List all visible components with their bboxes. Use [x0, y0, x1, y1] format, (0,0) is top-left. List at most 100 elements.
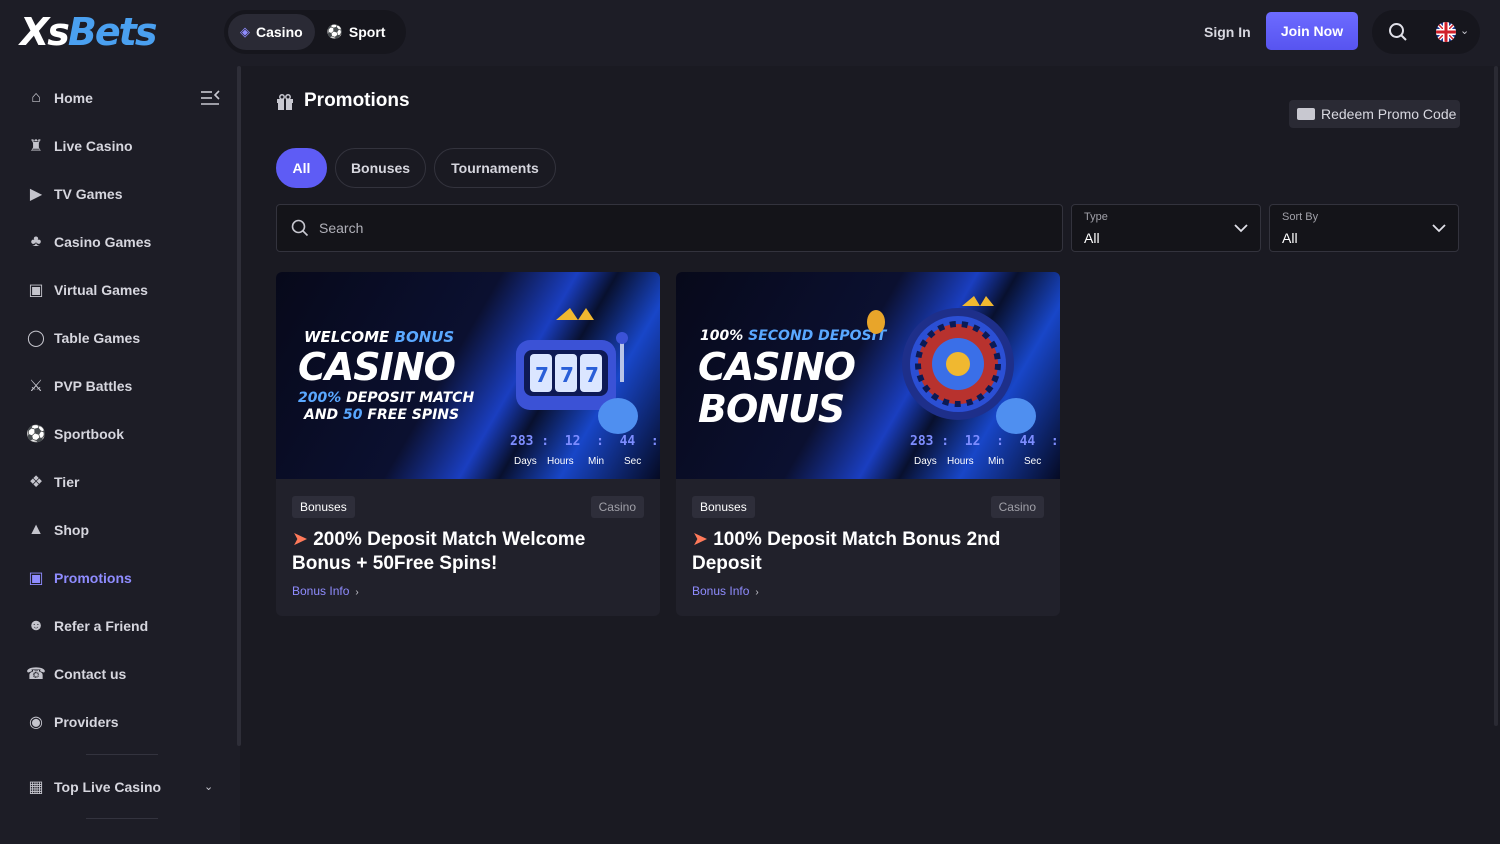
countdown-timer: 283 : 12 : 44 : 03 — [510, 434, 659, 449]
banner-title-2: BONUS — [698, 387, 845, 431]
sidebar-item-live-casino[interactable]: ♜ Live Casino — [26, 134, 133, 158]
chess-icon: ♜ — [28, 138, 44, 155]
bonus-info-link[interactable]: Bonus Info › — [692, 584, 759, 598]
sidebar-item-sportbook[interactable]: ⚽ Sportbook — [26, 422, 124, 446]
roulette-wheel-icon — [867, 296, 1036, 434]
banner-headline: WELCOME BONUS — [304, 328, 455, 346]
collapse-sidebar-icon[interactable] — [200, 88, 220, 108]
gift-icon — [277, 94, 293, 110]
filter-tournaments[interactable]: Tournaments — [434, 148, 556, 188]
banner-headline: 100% SECOND DEPOSIT — [700, 328, 887, 344]
page-scrollbar[interactable] — [1494, 66, 1498, 726]
grid-icon: ▦ — [28, 779, 44, 796]
tab-sport[interactable]: ⚽ Sport — [315, 14, 398, 50]
tab-casino[interactable]: ◈ Casino — [228, 14, 315, 50]
dice-icon: ◈ — [240, 24, 250, 39]
users-icon: ☻ — [27, 617, 45, 634]
tv-icon: ▶ — [29, 186, 43, 203]
chevron-right-icon: › — [755, 587, 759, 598]
sidebar-item-refer-a-friend[interactable]: ☻ Refer a Friend — [26, 614, 149, 638]
banner-subline: 200% DEPOSIT MATCH — [298, 390, 475, 406]
support-24-icon: ☎ — [26, 666, 46, 683]
search-placeholder: Search — [319, 220, 364, 236]
promo-title: ➤ 100% Deposit Match Bonus 2nd Deposit — [692, 529, 1001, 574]
sidebar-scrollbar[interactable] — [237, 66, 241, 746]
providers-icon: ◉ — [29, 714, 43, 731]
sidebar-item-home[interactable]: ⌂ Home — [26, 86, 93, 110]
timer-label-min: Min — [988, 456, 1005, 467]
swords-icon: ⚔ — [28, 378, 44, 395]
chevron-right-icon: › — [355, 587, 359, 598]
cherries-icon: ♣ — [30, 233, 42, 250]
gift-icon: ▣ — [28, 570, 44, 587]
home-icon: ⌂ — [31, 89, 41, 106]
redeem-promo-code-button[interactable]: Redeem Promo Code — [1289, 100, 1460, 128]
sidebar-item-tv-games[interactable]: ▶ TV Games — [26, 182, 123, 206]
timer-label-sec: Sec — [1024, 456, 1042, 467]
top-header: XsBets ◈ Casino ⚽ Sport Sign In Join Now… — [0, 0, 1500, 66]
type-select[interactable]: Type All — [1071, 204, 1261, 252]
chevron-down-icon — [1234, 224, 1248, 233]
chevron-down-icon[interactable]: ⌄ — [204, 780, 213, 793]
banner-subline: AND 50 FREE SPINS — [304, 407, 460, 423]
sidebar-item-pvp-battles[interactable]: ⚔ PVP Battles — [26, 374, 133, 398]
chevron-down-icon — [1432, 224, 1446, 233]
rocket-icon: ➤ — [692, 529, 708, 550]
cart-icon: ▲ — [28, 521, 44, 538]
countdown-timer: 283 : 12 : 44 : 03 — [910, 434, 1059, 449]
sidebar-divider — [86, 754, 158, 755]
product-badge: Casino — [990, 496, 1044, 518]
sidebar-item-promotions[interactable]: ▣ Promotions — [26, 566, 131, 590]
rocket-icon: ➤ — [292, 529, 308, 550]
promo-banner-image: WELCOME BONUS CASINO 200% DEPOSIT MATCH … — [276, 272, 660, 479]
product-badge: Casino — [590, 496, 644, 518]
svg-text:7: 7 — [560, 363, 574, 387]
category-badge: Bonuses — [692, 496, 755, 518]
basketball-icon: ⚽ — [26, 426, 46, 443]
page-title: Promotions — [304, 90, 410, 111]
sidebar-item-tier[interactable]: ❖ Tier — [26, 470, 80, 494]
banner-title: CASINO — [698, 345, 856, 389]
promo-banner-image: 100% SECOND DEPOSIT CASINO BONUS 283 : 1… — [676, 272, 1060, 479]
sidebar-divider — [86, 818, 158, 819]
promo-card[interactable]: WELCOME BONUS CASINO 200% DEPOSIT MATCH … — [276, 272, 660, 616]
promo-title: ➤ 200% Deposit Match Welcome Bonus + 50F… — [292, 529, 586, 574]
svg-text:7: 7 — [535, 363, 549, 387]
timer-label-days: Days — [914, 456, 937, 467]
sign-in-link[interactable]: Sign In — [1204, 24, 1251, 40]
filter-all[interactable]: All — [276, 148, 327, 188]
timer-label-days: Days — [514, 456, 537, 467]
timer-label-hours: Hours — [547, 456, 574, 467]
sidebar-section-top-live-casino[interactable]: ▦ Top Live Casino — [26, 775, 161, 799]
category-badge: Bonuses — [292, 496, 355, 518]
uk-flag-icon[interactable] — [1436, 22, 1456, 42]
join-now-button[interactable]: Join Now — [1266, 12, 1358, 50]
timer-label-min: Min — [588, 456, 605, 467]
sidebar-item-virtual-games[interactable]: ▣ Virtual Games — [26, 278, 147, 302]
slot-machine-icon: 7 7 7 — [516, 308, 638, 434]
filter-bonuses[interactable]: Bonuses — [335, 148, 426, 188]
sidebar-item-casino-games[interactable]: ♣ Casino Games — [26, 230, 152, 254]
chevron-down-icon[interactable]: ⌄ — [1460, 24, 1469, 37]
search-icon[interactable] — [1388, 22, 1408, 42]
timer-label-hours: Hours — [947, 456, 974, 467]
sidebar-item-shop[interactable]: ▲ Shop — [26, 518, 89, 542]
gamepad-icon: ▣ — [28, 282, 44, 299]
promo-card[interactable]: 100% SECOND DEPOSIT CASINO BONUS 283 : 1… — [676, 272, 1060, 616]
bonus-info-link[interactable]: Bonus Info › — [292, 584, 359, 598]
sort-by-select[interactable]: Sort By All — [1269, 204, 1459, 252]
sidebar-item-contact-us[interactable]: ☎ Contact us — [26, 662, 126, 686]
search-icon — [291, 219, 309, 237]
banner-title: CASINO — [298, 345, 456, 389]
basketball-icon: ⚽ — [326, 24, 343, 39]
medal-icon: ❖ — [28, 474, 44, 491]
timer-label-sec: Sec — [624, 456, 642, 467]
sidebar-item-providers[interactable]: ◉ Providers — [26, 710, 119, 734]
xsbets-logo[interactable]: XsBets — [20, 12, 157, 52]
ticket-icon — [1297, 108, 1315, 120]
table-icon: ◯ — [27, 330, 45, 347]
product-switcher: ◈ Casino ⚽ Sport — [224, 10, 406, 54]
sidebar-item-table-games[interactable]: ◯ Table Games — [26, 326, 140, 350]
svg-text:7: 7 — [585, 363, 599, 387]
search-input[interactable]: Search — [276, 204, 1063, 252]
